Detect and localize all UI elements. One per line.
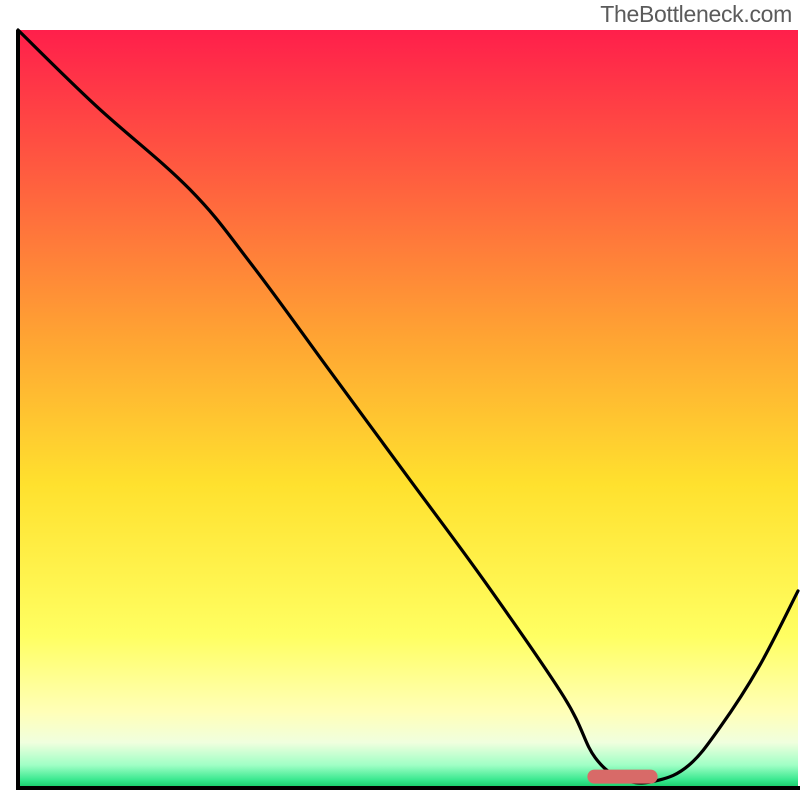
optimal-range-marker: [587, 770, 657, 784]
attribution-text: TheBottleneck.com: [600, 1, 792, 28]
bottleneck-chart: [0, 0, 800, 800]
chart-container: { "attribution": "TheBottleneck.com", "c…: [0, 0, 800, 800]
gradient-background: [18, 30, 798, 788]
